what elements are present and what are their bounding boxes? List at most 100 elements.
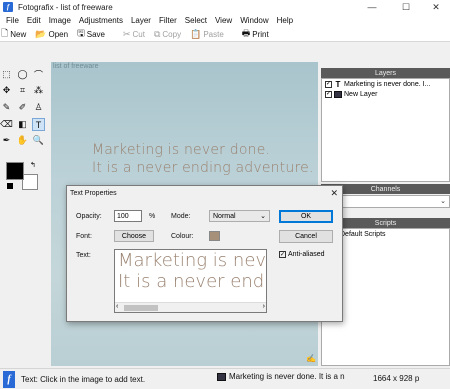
text-properties-dialog: Text Properties ✕ Opacity: 100 % Mode: N…	[66, 185, 343, 322]
window-title: Fotografix - list of freeware	[18, 2, 113, 12]
crop-tool-icon[interactable]: ⌗	[16, 84, 29, 97]
brush-tool-icon[interactable]: ✐	[16, 101, 29, 114]
magic-wand-tool-icon[interactable]: ⁂	[32, 84, 45, 97]
chevron-down-icon: ⌄	[260, 213, 266, 220]
mode-select[interactable]: Normal ⌄	[209, 210, 270, 222]
menu-help[interactable]: Help	[273, 16, 297, 25]
menu-window[interactable]: Window	[236, 16, 272, 25]
menu-select[interactable]: Select	[181, 16, 211, 25]
new-document-icon: 🗋	[1, 28, 9, 38]
canvas-text-layer[interactable]: Marketing is never done. It is a never e…	[92, 141, 314, 177]
choose-font-button[interactable]: Choose	[114, 230, 154, 242]
text-tool-status-icon: f	[3, 370, 15, 388]
status-image-size: 1664 x 928 p	[373, 374, 420, 383]
layers-panel: ✓ T Marketing is never done. I... ✓ New …	[321, 78, 450, 182]
copy-icon: ⧉	[153, 28, 161, 39]
layer-name: Marketing is never done. I...	[344, 80, 431, 88]
close-button[interactable]: ✕	[422, 0, 450, 14]
cut-button[interactable]: ✂ Cut	[123, 29, 145, 40]
menu-edit[interactable]: Edit	[23, 16, 45, 25]
open-folder-icon: 📂	[35, 28, 47, 39]
status-layer-name: Marketing is never done. It is a n	[229, 372, 345, 381]
move-tool-icon[interactable]: ✥	[0, 84, 13, 97]
swap-colors-icon[interactable]: ↰	[30, 161, 36, 169]
scroll-left-icon[interactable]: ‹	[116, 303, 118, 310]
opacity-percent-label: %	[149, 213, 156, 220]
menu-file[interactable]: File	[2, 16, 23, 25]
scrollbar-thumb[interactable]	[124, 305, 158, 311]
paste-button[interactable]: 📋 Paste	[190, 29, 224, 40]
script-name: Default Scripts	[340, 230, 386, 238]
layers-panel-header: Layers	[321, 68, 450, 78]
image-layer-icon	[334, 90, 342, 98]
print-button[interactable]: 🖶 Print	[242, 26, 269, 42]
text-colour-swatch[interactable]	[209, 231, 220, 241]
save-disk-icon: 🖫	[77, 28, 85, 38]
background-color-swatch[interactable]	[22, 174, 38, 190]
pencil-tool-icon[interactable]: ✎	[0, 101, 13, 114]
stamp-tool-icon[interactable]: ♙	[32, 101, 45, 114]
menu-image[interactable]: Image	[45, 16, 75, 25]
fotografix-logo-icon: f	[3, 2, 13, 12]
copy-button[interactable]: ⧉ Copy	[154, 29, 181, 40]
paste-label: Paste	[203, 29, 224, 39]
open-button[interactable]: 📂 Open	[35, 29, 68, 40]
font-label: Font:	[76, 233, 92, 240]
rect-select-tool-icon[interactable]: ⬚	[0, 68, 13, 81]
antialiased-option[interactable]: ✓ Anti-aliased	[279, 251, 325, 258]
opacity-input[interactable]: 100	[114, 210, 142, 222]
status-bar: f Text: Click in the image to add text. …	[0, 368, 450, 389]
menu-filter[interactable]: Filter	[155, 16, 181, 25]
layer-visibility-checkbox[interactable]: ✓	[325, 90, 332, 98]
colour-label: Colour:	[171, 233, 194, 240]
reset-colors-icon[interactable]	[7, 183, 13, 189]
antialiased-label: Anti-aliased	[288, 251, 325, 258]
title-bar: f Fotografix - list of freeware — ☐ ✕	[0, 0, 450, 14]
layer-thumbnail-icon	[217, 372, 226, 381]
layer-item[interactable]: ✓ T Marketing is never done. I...	[322, 79, 449, 89]
text-input-line-2: It is a never endi	[118, 271, 267, 292]
chevron-down-icon: ⌄	[440, 198, 446, 205]
layer-visibility-checkbox[interactable]: ✓	[325, 80, 332, 88]
antialiased-checkbox[interactable]: ✓	[279, 251, 286, 258]
maximize-button[interactable]: ☐	[392, 0, 420, 14]
paste-clipboard-icon: 📋	[190, 28, 202, 39]
text-input-area[interactable]: Marketing is nev It is a never endi ‹ ›	[114, 249, 267, 313]
ellipse-select-tool-icon[interactable]: ◯	[16, 68, 29, 81]
mode-value: Normal	[213, 212, 236, 220]
dialog-close-icon[interactable]: ✕	[330, 188, 338, 199]
scroll-right-icon[interactable]: ›	[263, 303, 265, 310]
open-label: Open	[48, 29, 69, 39]
save-label: Save	[86, 29, 105, 39]
menu-adjustments[interactable]: Adjustments	[75, 16, 127, 25]
save-button[interactable]: 🖫 Save	[77, 26, 105, 42]
opacity-label: Opacity:	[76, 213, 102, 220]
new-button[interactable]: 🗋 New	[1, 26, 26, 42]
canvas-corner-mark-icon: ✍	[306, 354, 316, 363]
minimize-button[interactable]: —	[358, 0, 386, 14]
foreground-color-swatch[interactable]	[6, 162, 24, 180]
text-horizontal-scrollbar[interactable]: ‹ ›	[115, 302, 266, 312]
text-tool-icon[interactable]: T	[32, 118, 45, 131]
eraser-tool-icon[interactable]: ⌫	[0, 118, 13, 131]
cut-label: Cut	[132, 29, 145, 39]
menu-bar: File Edit Image Adjustments Layer Filter…	[0, 14, 450, 27]
menu-view[interactable]: View	[211, 16, 236, 25]
status-hint: Text: Click in the image to add text.	[21, 374, 146, 384]
cancel-button[interactable]: Cancel	[279, 230, 333, 243]
zoom-tool-icon[interactable]: 🔍	[32, 134, 45, 147]
hand-tool-icon[interactable]: ✋	[16, 134, 29, 147]
status-current-layer: Marketing is never done. It is a n	[217, 372, 345, 381]
print-label: Print	[252, 29, 269, 39]
text-label: Text:	[76, 252, 91, 259]
eyedropper-tool-icon[interactable]: ✒	[0, 134, 13, 147]
menu-layer[interactable]: Layer	[127, 16, 155, 25]
ok-button[interactable]: OK	[279, 210, 333, 223]
printer-icon: 🖶	[241, 28, 251, 38]
lasso-tool-icon[interactable]: ⌒	[32, 68, 45, 81]
layer-item[interactable]: ✓ New Layer	[322, 89, 449, 99]
gradient-tool-icon[interactable]: ◧	[16, 118, 29, 131]
canvas-text-line-2: It is a never ending adventure.	[92, 160, 314, 176]
copy-label: Copy	[162, 29, 182, 39]
text-layer-icon: T	[335, 79, 341, 89]
